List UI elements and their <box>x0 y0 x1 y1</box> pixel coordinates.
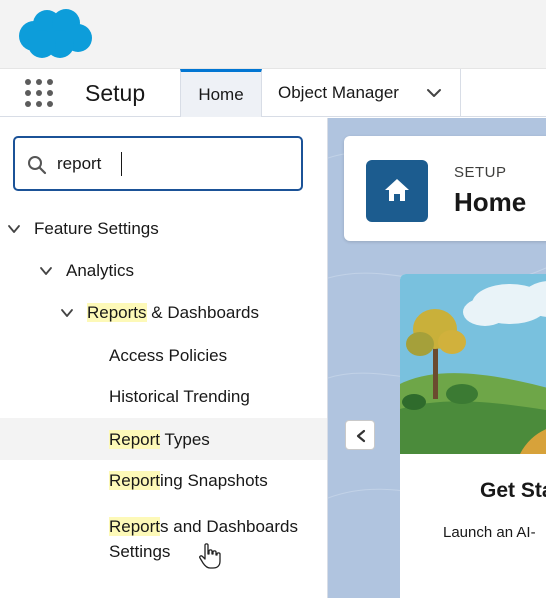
global-header <box>0 0 546 68</box>
tree-item-label: ing Snapshots <box>160 471 268 490</box>
tree-item-access-policies[interactable]: Access Policies <box>109 346 227 366</box>
tree-item-historical-trending[interactable]: Historical Trending <box>109 387 250 407</box>
search-match-highlight: Report <box>109 471 161 490</box>
promo-title: Get Sta <box>480 479 546 502</box>
home-icon <box>385 179 409 201</box>
quick-find-input[interactable] <box>57 150 287 178</box>
tree-item-label: Types <box>160 430 210 449</box>
page-eyebrow: SETUP <box>454 164 507 181</box>
tree-item-reports-dashboards[interactable]: Reports & Dashboards <box>87 303 259 323</box>
tree-item-label: s and Dashboards <box>160 517 299 536</box>
waffle-grid-icon[interactable] <box>24 78 56 110</box>
collapse-sidebar-button[interactable] <box>345 420 375 450</box>
tab-object-manager[interactable]: Object Manager <box>262 69 461 117</box>
chevron-left-icon <box>356 429 366 443</box>
tree-item-report-types[interactable]: Report Types <box>109 430 210 450</box>
search-icon <box>28 156 47 175</box>
tree-item-label-line2: Settings <box>109 542 171 561</box>
text-caret <box>121 152 122 176</box>
quick-find-search <box>13 136 303 191</box>
setup-home-main: SETUP Home Get Sta Launch an AI- <box>328 118 546 598</box>
tab-object-manager-label: Object Manager <box>278 83 399 102</box>
pointer-hand-icon <box>199 543 221 569</box>
app-name: Setup <box>85 80 146 106</box>
page-header-card: SETUP Home <box>344 136 546 241</box>
promo-card[interactable]: Get Sta Launch an AI- <box>400 274 546 598</box>
chevron-down-icon[interactable] <box>39 264 53 278</box>
chevron-down-icon[interactable] <box>7 222 21 236</box>
tree-item-reporting-snapshots[interactable]: Reporting Snapshots <box>109 471 268 491</box>
tree-item-feature-settings[interactable]: Feature Settings <box>34 219 159 239</box>
search-match-highlight: Report <box>109 517 161 536</box>
tab-home-label: Home <box>198 84 244 104</box>
salesforce-cloud-icon[interactable] <box>14 6 94 62</box>
search-match-highlight: Reports <box>87 303 147 322</box>
home-tile <box>366 160 428 222</box>
tree-item-analytics[interactable]: Analytics <box>66 261 134 281</box>
search-match-highlight: Report <box>109 430 161 449</box>
tab-home[interactable]: Home <box>180 69 262 117</box>
setup-sidebar: Feature Settings Analytics Reports & Das… <box>0 118 328 598</box>
chevron-down-icon[interactable] <box>426 85 442 101</box>
context-nav-bar: Setup Home Object Manager <box>0 68 546 117</box>
page-title: Home <box>454 187 527 217</box>
chevron-down-icon[interactable] <box>60 306 74 320</box>
landscape-illustration <box>400 274 546 454</box>
promo-text: Launch an AI- <box>443 524 536 541</box>
tree-item-label: & Dashboards <box>146 303 259 322</box>
